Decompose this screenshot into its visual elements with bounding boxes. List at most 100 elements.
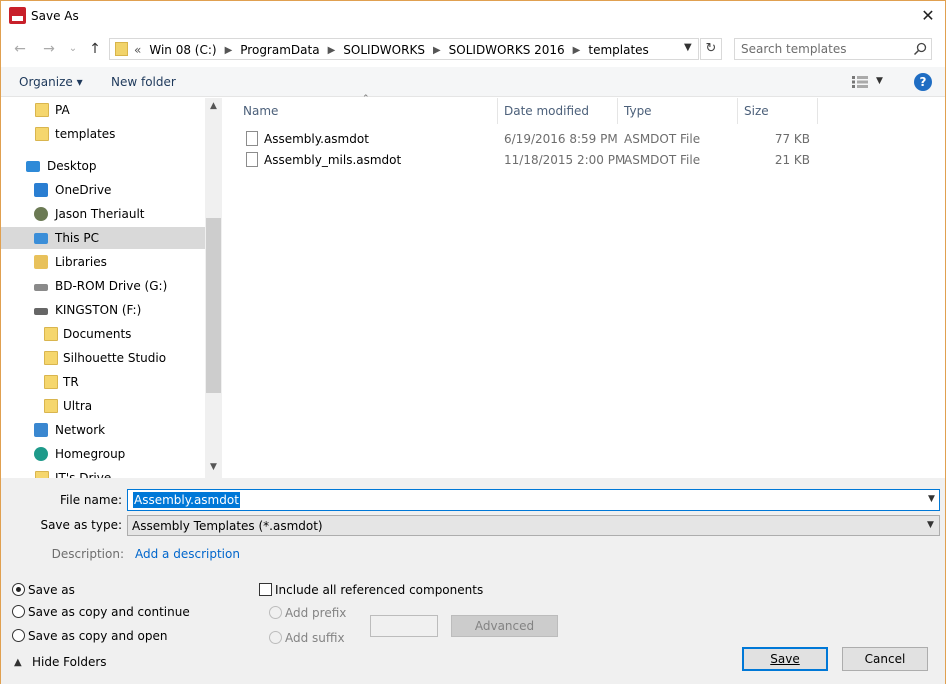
chevron-down-icon[interactable]: ▼ [684,42,692,53]
sidebar-item-jason-theriault[interactable]: Jason Theriault [1,203,205,225]
organize-button[interactable]: Organize ▾ [19,75,83,89]
breadcrumb-item[interactable]: ProgramData [240,43,319,57]
folder-icon [44,351,58,365]
file-icon [246,131,258,146]
file-type: ASMDOT File [624,153,701,167]
add-suffix-label[interactable]: Add suffix [285,631,345,645]
save-copy-continue-label[interactable]: Save as copy and continue [28,605,190,619]
breadcrumb: « Win 08 (C:) ▶ ProgramData ▶ SOLIDWORKS… [134,42,649,58]
recent-locations-chevron-icon[interactable]: ⌄ [64,41,82,57]
search-icon[interactable] [913,42,927,56]
cancel-button[interactable]: Cancel [842,647,928,671]
chevron-right-icon[interactable]: ▶ [328,45,336,56]
advanced-button[interactable]: Advanced [451,615,558,637]
sidebar-item-label: JT's Drive [55,471,112,478]
column-header-size[interactable]: Size [738,98,818,124]
include-references-label[interactable]: Include all referenced components [275,583,483,597]
save-button[interactable]: Save [742,647,828,671]
sidebar-item-label: BD-ROM Drive (G:) [55,279,168,293]
view-options-icon[interactable] [852,76,868,88]
chevron-right-icon[interactable]: ▶ [225,45,233,56]
sidebar-item-label: templates [55,127,116,141]
sidebar-item-documents[interactable]: Documents [1,323,205,345]
sidebar-item-label: PA [55,103,70,117]
folder-icon [35,103,49,117]
sidebar-item-silhouette-studio[interactable]: Silhouette Studio [1,347,205,369]
forward-arrow-icon[interactable]: → [40,41,58,57]
sidebar-item-label: This PC [55,231,99,245]
sidebar-item-this-pc[interactable]: This PC [1,227,205,249]
chevron-right-icon[interactable]: ▶ [573,45,581,56]
sidebar-item-label: TR [63,375,79,389]
file-date: 6/19/2016 8:59 PM [504,132,618,146]
column-header-type[interactable]: Type [618,98,738,124]
sidebar-item-bd-rom-drive-g[interactable]: BD-ROM Drive (G:) [1,275,205,297]
up-arrow-icon[interactable]: ↑ [86,41,104,57]
folder-icon [35,127,49,141]
file-icon [246,152,258,167]
sidebar-item-label: Ultra [63,399,93,413]
sidebar-item-ultra[interactable]: Ultra [1,395,205,417]
file-name-label: File name: [60,493,122,507]
add-prefix-label[interactable]: Add prefix [285,606,346,620]
sidebar-item-pa[interactable]: PA [1,99,205,121]
nav-scrollbar-thumb[interactable] [206,218,221,393]
scroll-up-icon[interactable]: ▲ [205,101,222,115]
new-folder-button[interactable]: New folder [111,75,176,89]
sidebar-item-label: Documents [63,327,132,341]
file-row[interactable]: Assembly.asmdot 6/19/2016 8:59 PM ASMDOT… [241,129,821,149]
sidebar-item-homegroup[interactable]: Homegroup [1,443,205,465]
sidebar-item-network[interactable]: Network [1,419,205,441]
scroll-down-icon[interactable]: ▼ [205,462,222,476]
network-icon [34,423,48,437]
save-copy-open-label[interactable]: Save as copy and open [28,629,168,643]
window-title: Save As [31,9,79,23]
refresh-button[interactable]: ↻ [700,38,722,60]
file-row[interactable]: Assembly_mils.asmdot 11/18/2015 2:00 PM … [241,150,821,170]
file-name-value[interactable]: Assembly.asmdot [133,492,240,508]
address-bar[interactable]: « Win 08 (C:) ▶ ProgramData ▶ SOLIDWORKS… [109,38,699,60]
sidebar-item-libraries[interactable]: Libraries [1,251,205,273]
breadcrumb-item[interactable]: SOLIDWORKS 2016 [449,43,565,57]
sidebar-item-templates[interactable]: templates [1,123,205,145]
file-type: ASMDOT File [624,132,701,146]
chevron-up-icon[interactable]: ▲ [14,657,22,668]
chevron-down-icon[interactable]: ▼ [928,494,935,504]
sidebar-item-onedrive[interactable]: OneDrive [1,179,205,201]
breadcrumb-item[interactable]: SOLIDWORKS [343,43,425,57]
chevron-right-icon[interactable]: ▶ [433,45,441,56]
view-dropdown-chevron-icon[interactable]: ▼ [876,76,883,86]
file-name: Assembly_mils.asmdot [264,153,402,167]
back-arrow-icon[interactable]: ← [11,41,29,57]
sidebar-item-label: Network [55,423,106,437]
save-copy-continue-radio[interactable] [12,605,25,618]
add-suffix-radio[interactable] [269,631,282,644]
column-header-name[interactable]: Name [237,98,498,124]
sidebar-item-tr[interactable]: TR [1,371,205,393]
add-description-link[interactable]: Add a description [135,547,240,561]
save-as-type-select[interactable]: Assembly Templates (*.asmdot) ▼ [127,515,940,536]
chevron-down-icon[interactable]: ▼ [927,520,934,530]
column-header-date[interactable]: Date modified [498,98,618,124]
prefix-suffix-input[interactable] [370,615,438,637]
save-as-label[interactable]: Save as [28,583,75,597]
file-name-field[interactable]: Assembly.asmdot ▼ [127,489,940,511]
include-references-checkbox[interactable] [259,583,272,596]
save-as-type-label: Save as type: [40,518,122,532]
help-icon[interactable]: ? [914,73,932,91]
close-button[interactable]: ✕ [915,4,941,28]
breadcrumb-item[interactable]: Win 08 (C:) [149,43,216,57]
sidebar-item-kingston-f[interactable]: KINGSTON (F:) [1,299,205,321]
search-box[interactable] [734,38,932,60]
sidebar-item-desktop[interactable]: Desktop [1,155,205,177]
hide-folders-button[interactable]: Hide Folders [32,655,107,669]
save-as-radio[interactable] [12,583,25,596]
save-copy-open-radio[interactable] [12,629,25,642]
search-input[interactable] [741,41,909,57]
sidebar-item-jt-s-drive[interactable]: JT's Drive [1,467,205,478]
breadcrumb-overflow[interactable]: « [134,43,141,57]
breadcrumb-item[interactable]: templates [588,43,648,57]
homegroup-icon [34,447,48,461]
solidworks-app-icon [9,7,26,24]
add-prefix-radio[interactable] [269,606,282,619]
